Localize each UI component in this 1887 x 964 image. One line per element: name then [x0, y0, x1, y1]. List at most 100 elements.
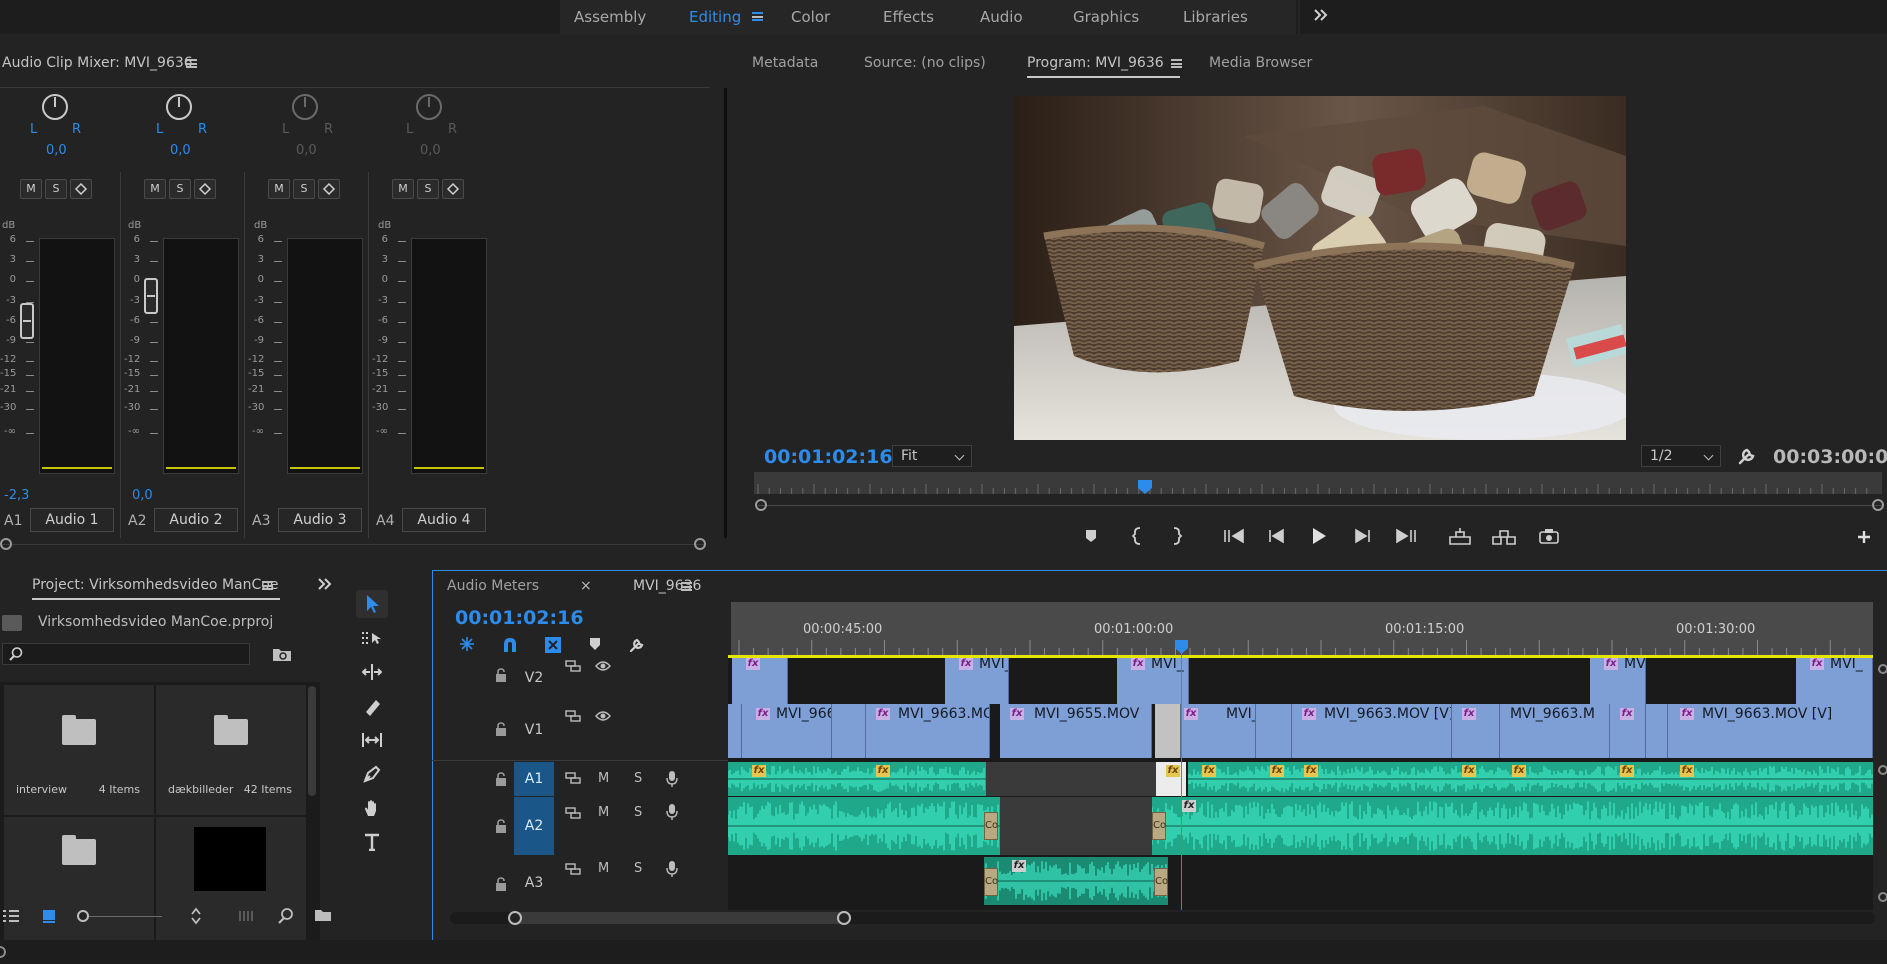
clip-v1[interactable]: fx MVI_9663.MOV [V]	[1668, 704, 1873, 758]
solo-button[interactable]: S	[169, 179, 191, 199]
workspace-tab-graphics[interactable]: Graphics	[1073, 0, 1139, 34]
program-menu-icon[interactable]	[1171, 59, 1182, 68]
monitor-zoom-handle-right[interactable]	[1872, 499, 1884, 511]
lock-icon[interactable]	[495, 722, 507, 736]
workspace-tab-editing[interactable]: Editing	[689, 0, 741, 34]
monitor-zoom-handle-left[interactable]	[755, 499, 767, 511]
type-tool-icon[interactable]	[356, 828, 388, 856]
panel-overflow-icon[interactable]	[316, 576, 332, 592]
track-solo-button[interactable]: S	[634, 861, 642, 876]
program-playhead[interactable]	[1138, 480, 1153, 494]
mute-button[interactable]: M	[392, 179, 414, 199]
wrench-icon[interactable]	[1736, 445, 1758, 467]
mixer-scroll-handle-right[interactable]	[694, 538, 706, 550]
clip-v2[interactable]: fx MVI	[1590, 658, 1646, 704]
find-icon[interactable]	[278, 908, 294, 924]
workspace-overflow-icon[interactable]	[1312, 7, 1328, 23]
project-search-input[interactable]	[2, 643, 250, 665]
track-target-a1[interactable]: A1	[514, 762, 554, 796]
workspace-tab-effects[interactable]: Effects	[883, 0, 934, 34]
tab-media-browser[interactable]: Media Browser	[1209, 48, 1312, 78]
lock-icon[interactable]	[495, 772, 507, 786]
track-select-tool-icon[interactable]	[356, 624, 388, 652]
clip-v1[interactable]: fx MVI_9663.MO	[866, 704, 990, 758]
track-solo-button[interactable]: S	[634, 771, 642, 786]
sync-lock-icon[interactable]	[565, 807, 581, 819]
record-button[interactable]	[70, 179, 92, 199]
go-to-out-icon[interactable]	[1392, 522, 1420, 550]
solo-button[interactable]: S	[293, 179, 315, 199]
mixer-h-scrollbar[interactable]	[0, 544, 704, 545]
project-scrollbar[interactable]	[308, 686, 316, 796]
automate-to-sequence-icon[interactable]	[238, 910, 256, 922]
solo-button[interactable]: S	[417, 179, 439, 199]
track-target-a3[interactable]: A3	[514, 875, 554, 891]
close-icon[interactable]: ×	[580, 578, 592, 594]
workspace-tab-assembly[interactable]: Assembly	[574, 0, 646, 34]
track-height-handle[interactable]	[1878, 664, 1887, 674]
sync-lock-icon[interactable]	[565, 710, 581, 722]
ripple-edit-tool-icon[interactable]	[356, 658, 388, 686]
button-editor-plus-icon[interactable]	[1850, 523, 1878, 551]
lock-icon[interactable]	[495, 819, 507, 833]
clip-v1[interactable]: fx	[1610, 704, 1646, 758]
clip-v1[interactable]	[832, 704, 866, 758]
transition-handle[interactable]: Co	[1154, 868, 1168, 896]
record-button[interactable]	[442, 179, 464, 199]
nest-toggle-icon[interactable]	[458, 635, 476, 653]
voice-over-mic-icon[interactable]	[666, 860, 678, 878]
zoom-slider[interactable]	[80, 916, 162, 917]
pan-value[interactable]: 0,0	[46, 143, 67, 158]
clip-v1[interactable]: fx MVI_966	[742, 704, 832, 758]
new-search-bin-icon[interactable]	[272, 646, 292, 662]
timeline-zoom-handle-right[interactable]	[837, 911, 851, 925]
sequence-menu-icon[interactable]	[681, 582, 692, 591]
voice-over-mic-icon[interactable]	[666, 770, 678, 788]
project-menu-icon[interactable]	[262, 581, 273, 590]
pen-tool-icon[interactable]	[356, 760, 388, 788]
track-height-handle[interactable]	[1878, 765, 1887, 775]
icon-view-icon[interactable]	[42, 909, 56, 923]
track-mute-button[interactable]: M	[598, 771, 609, 786]
track-target-v2[interactable]: V2	[514, 670, 554, 686]
mixer-scroll-handle-left[interactable]	[0, 538, 12, 550]
new-bin-icon[interactable]	[314, 908, 332, 922]
export-frame-icon[interactable]	[1535, 522, 1563, 550]
program-scrub-bar[interactable]	[754, 472, 1882, 494]
pan-value[interactable]: 0,0	[420, 143, 441, 158]
clip-v2[interactable]: fx MVI_	[945, 658, 1009, 704]
program-timecode[interactable]: 00:01:02:16	[764, 446, 893, 468]
add-marker-icon[interactable]	[588, 637, 602, 651]
pan-value[interactable]: 0,0	[296, 143, 317, 158]
volume-value[interactable]: -2,3	[4, 488, 29, 503]
workspace-tab-audio[interactable]: Audio	[980, 0, 1023, 34]
transition-handle[interactable]: Co	[1152, 812, 1166, 840]
selection-tool-icon[interactable]	[356, 590, 388, 618]
linked-selection-icon[interactable]	[544, 636, 562, 654]
go-to-in-icon[interactable]	[1220, 522, 1248, 550]
workspace-tab-color[interactable]: Color	[791, 0, 830, 34]
snap-magnet-icon[interactable]	[501, 636, 519, 654]
pan-knob[interactable]	[166, 94, 192, 120]
mixer-title[interactable]: Audio Clip Mixer: MVI_9636	[2, 48, 193, 78]
mixer-menu-icon[interactable]	[186, 59, 197, 68]
clip-v1[interactable]	[1646, 704, 1668, 758]
volume-fader[interactable]	[144, 278, 158, 314]
track-target-a2[interactable]: A2	[514, 797, 554, 855]
voice-over-mic-icon[interactable]	[666, 803, 678, 821]
record-button[interactable]	[318, 179, 340, 199]
mixer-scrollbar[interactable]	[724, 88, 727, 538]
play-icon[interactable]	[1305, 522, 1333, 550]
tab-source[interactable]: Source: (no clips)	[864, 48, 986, 78]
clip-v2[interactable]: fx MVI_	[1796, 658, 1873, 704]
eye-icon[interactable]	[595, 660, 611, 672]
lift-icon[interactable]	[1446, 522, 1474, 550]
track-mute-button[interactable]: M	[598, 861, 609, 876]
timeline-zoom-handle-left[interactable]	[508, 911, 522, 925]
audio-clip-a2[interactable]	[1152, 797, 1873, 855]
timeline-settings-wrench-icon[interactable]	[628, 636, 646, 654]
timeline-playhead[interactable]	[1175, 640, 1188, 654]
add-marker-icon[interactable]	[1077, 522, 1105, 550]
pan-value[interactable]: 0,0	[170, 143, 191, 158]
time-ruler[interactable]: 00:00:45:00 00:01:00:00 00:01:15:00 00:0…	[731, 602, 1873, 656]
